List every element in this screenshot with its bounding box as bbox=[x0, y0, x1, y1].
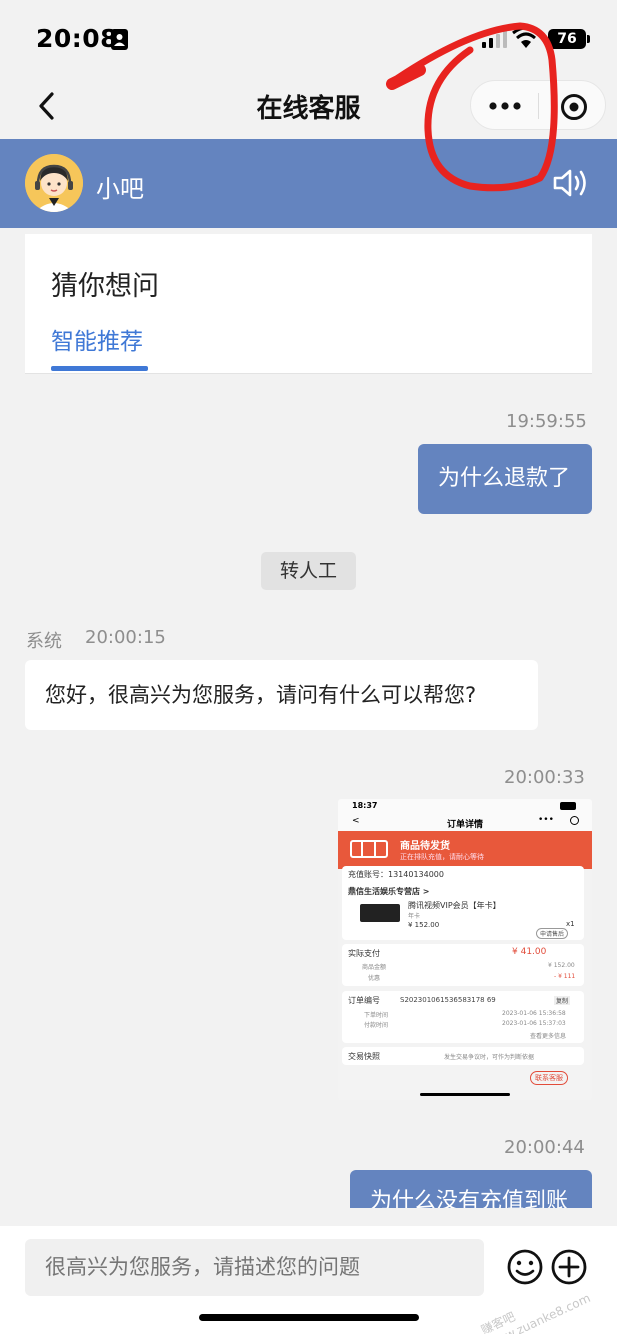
mini-program-capsule bbox=[470, 80, 606, 130]
image-shop-name: 鼎信生活娱乐专营店 > bbox=[348, 887, 430, 896]
image-discount: - ¥ 111 bbox=[554, 973, 576, 980]
image-home-indicator bbox=[420, 1093, 510, 1096]
message-timestamp: 19:59:55 bbox=[506, 411, 587, 432]
image-order-info-card: 订单编号 S202301061536583178 69 复制 下单时间 2023… bbox=[342, 991, 584, 1043]
message-timestamp: 20:00:33 bbox=[504, 767, 585, 788]
image-snapshot-subtitle: 发生交易争议时，可作为判断依据 bbox=[444, 1054, 535, 1061]
image-status-banner: 商品待发货 正在排队充值，请耐心等待 bbox=[338, 831, 592, 869]
chat-screen: 20:08 76 在线客服 小吧 猜你想问 智能推荐 19:59:55 为什么退… bbox=[0, 0, 617, 1334]
image-goods-amount-label: 商品金额 bbox=[362, 964, 387, 971]
image-product-price: ¥ 152.00 bbox=[408, 921, 440, 929]
sender-time: 20:00:15 bbox=[85, 627, 166, 648]
image-product-tag: 年卡 bbox=[408, 913, 421, 920]
image-paid-label: 实际支付 bbox=[348, 949, 380, 958]
image-order-time-label: 下单时间 bbox=[364, 1012, 389, 1019]
outgoing-message: 为什么退款了 bbox=[418, 444, 592, 514]
image-copy-button: 复制 bbox=[554, 996, 571, 1005]
contact-card-icon bbox=[111, 29, 128, 50]
image-recharge-account: 充值账号：13140134000 bbox=[348, 870, 444, 879]
image-discount-label: 优惠 bbox=[368, 975, 381, 982]
image-contact-button: 联系客服 bbox=[530, 1071, 568, 1085]
image-banner-title: 商品待发货 bbox=[400, 841, 450, 852]
image-product-thumbnail bbox=[360, 904, 400, 922]
image-order-card: 充值账号：13140134000 鼎信生活娱乐专营店 > 腾讯视频VIP会员【年… bbox=[342, 866, 584, 940]
capsule-divider bbox=[538, 93, 539, 119]
agent-name: 小吧 bbox=[96, 175, 144, 203]
suggestion-card: 猜你想问 智能推荐 bbox=[25, 234, 592, 374]
message-timestamp: 20:00:44 bbox=[504, 1137, 585, 1158]
battery-tip bbox=[587, 35, 590, 43]
image-battery-icon bbox=[560, 802, 576, 810]
image-message-order-screenshot[interactable]: 18:37 < 订单详情 ••• 商品待发货 正在排队充值，请耐心等待 充值账号… bbox=[338, 799, 592, 1100]
status-bar: 20:08 76 bbox=[0, 0, 617, 78]
headset-agent-icon bbox=[25, 154, 83, 212]
image-product-qty: x1 bbox=[566, 920, 575, 928]
image-order-no: S202301061536583178 69 bbox=[400, 996, 496, 1004]
watermark: 赚客吧 www.zuanke8.com bbox=[478, 1290, 593, 1334]
image-status-bar: 18:37 bbox=[338, 799, 592, 813]
tab-smart-recommend[interactable]: 智能推荐 bbox=[51, 322, 143, 356]
close-circle-icon[interactable] bbox=[559, 92, 589, 122]
image-pay-time-label: 付款时间 bbox=[364, 1022, 389, 1029]
agent-header: 小吧 bbox=[0, 139, 617, 228]
wifi-icon bbox=[512, 28, 540, 48]
sender-name: 系统 bbox=[26, 631, 62, 652]
image-product-name: 腾讯视频VIP会员【年卡】 bbox=[408, 901, 501, 910]
navigation-bar: 在线客服 bbox=[0, 78, 617, 138]
image-snapshot-row: 交易快照 发生交易争议时，可作为判断依据 bbox=[342, 1047, 584, 1065]
image-goods-amount: ¥ 152.00 bbox=[548, 962, 575, 969]
image-order-no-label: 订单编号 bbox=[348, 996, 380, 1005]
message-input[interactable] bbox=[25, 1239, 484, 1296]
chat-scroll-edge: 为什么没有充值到账 bbox=[0, 1168, 617, 1208]
transfer-to-human-notice: 转人工 bbox=[261, 552, 356, 590]
image-more-icon: ••• bbox=[538, 815, 554, 825]
agent-avatar bbox=[25, 154, 83, 212]
speaker-icon[interactable] bbox=[552, 167, 590, 199]
image-payment-card: 实际支付 ¥ 41.00 商品金额 ¥ 152.00 优惠 - ¥ 111 bbox=[342, 944, 584, 986]
battery-level: 76 bbox=[548, 29, 586, 49]
emoji-icon[interactable] bbox=[506, 1248, 544, 1286]
image-nav-bar: < 订单详情 ••• bbox=[338, 813, 592, 831]
outgoing-message: 为什么没有充值到账 bbox=[350, 1170, 592, 1208]
cellular-signal-icon bbox=[482, 30, 507, 48]
image-pay-time: 2023-01-06 15:37:03 bbox=[502, 1020, 566, 1027]
tab-active-indicator bbox=[51, 366, 148, 371]
incoming-message: 您好，很高兴为您服务，请问有什么可以帮您? bbox=[25, 660, 538, 730]
status-time: 20:08 bbox=[36, 24, 119, 53]
image-snapshot-label: 交易快照 bbox=[348, 1052, 380, 1061]
image-order-time: 2023-01-06 15:36:58 bbox=[502, 1010, 566, 1017]
suggestion-title: 猜你想问 bbox=[51, 271, 159, 302]
image-banner-subtitle: 正在排队充值，请耐心等待 bbox=[400, 853, 484, 861]
image-paid-amount: ¥ 41.00 bbox=[512, 947, 547, 957]
truck-icon bbox=[350, 840, 388, 858]
home-indicator bbox=[199, 1314, 419, 1321]
input-bar: 赚客吧 www.zuanke8.com bbox=[0, 1226, 617, 1334]
image-close-icon bbox=[570, 816, 579, 825]
image-after-sale-button: 申请售后 bbox=[536, 928, 569, 939]
image-status-time: 18:37 bbox=[352, 801, 378, 810]
image-more-info: 查看更多信息 bbox=[530, 1033, 567, 1040]
more-options-icon[interactable] bbox=[487, 98, 523, 114]
